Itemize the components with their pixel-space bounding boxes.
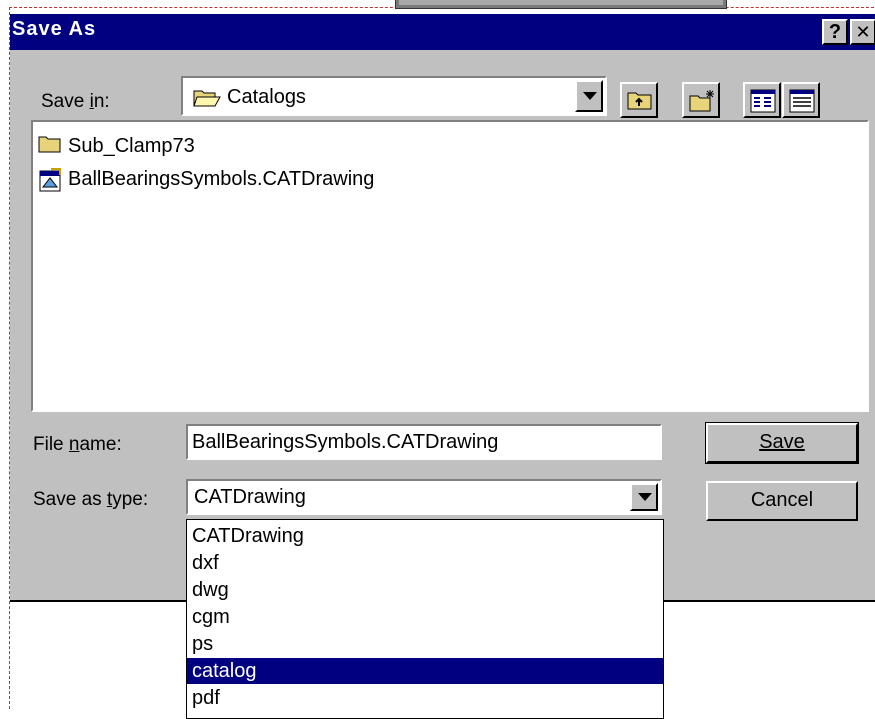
type-option-pdf[interactable]: pdf	[187, 685, 663, 711]
file-name-label: File name:	[33, 434, 122, 455]
folder-icon	[38, 136, 61, 153]
create-new-folder-button[interactable]	[682, 82, 720, 118]
save-button[interactable]: Save	[705, 422, 859, 464]
save-in-combobox[interactable]: Catalogs	[181, 76, 607, 116]
file-name-input[interactable]	[186, 424, 662, 460]
folder-open-icon	[193, 90, 221, 107]
type-option-dxf[interactable]: dxf	[187, 550, 663, 576]
save-as-type-dropdown-list[interactable]: CATDrawing dxf dwg cgm ps catalog pdf	[186, 519, 664, 719]
type-option-dwg[interactable]: dwg	[187, 577, 663, 603]
list-view-button[interactable]	[743, 82, 781, 118]
type-option-ps[interactable]: ps	[187, 631, 663, 657]
file-list-item-label: Sub_Clamp73	[68, 135, 195, 157]
save-in-dropdown-button[interactable]	[575, 80, 603, 112]
save-in-value: Catalogs	[227, 86, 306, 108]
save-in-label: Save in:	[41, 91, 110, 112]
save-as-dialog: Save As ? ✕ Save in: Catalogs Sub_Clamp7…	[10, 14, 875, 602]
save-as-type-label: Save as type:	[33, 489, 149, 510]
save-as-type-dropdown-button[interactable]	[630, 483, 658, 511]
close-button[interactable]: ✕	[850, 19, 875, 45]
up-one-level-icon	[627, 92, 652, 110]
details-view-button[interactable]	[782, 82, 820, 118]
title-bar[interactable]: Save As ? ✕	[10, 14, 875, 50]
list-view-icon	[750, 89, 776, 113]
up-one-level-button[interactable]	[620, 82, 658, 118]
type-option-catalog[interactable]: catalog	[187, 658, 663, 684]
details-view-icon	[789, 89, 815, 113]
help-button[interactable]: ?	[822, 19, 848, 45]
list-item-folder[interactable]: Sub_Clamp73	[38, 134, 195, 160]
type-option-catdrawing[interactable]: CATDrawing	[187, 523, 663, 549]
dialog-title: Save As	[12, 18, 97, 40]
type-option-cgm[interactable]: cgm	[187, 604, 663, 630]
file-list-item-label: BallBearingsSymbols.CATDrawing	[68, 168, 375, 190]
list-item-file[interactable]: BallBearingsSymbols.CATDrawing	[38, 167, 374, 193]
save-button-label: Save	[759, 431, 805, 453]
cancel-button[interactable]: Cancel	[706, 481, 858, 521]
save-as-type-value: CATDrawing	[194, 486, 306, 508]
save-as-type-combobox[interactable]: CATDrawing	[186, 479, 662, 515]
file-list[interactable]: Sub_Clamp73 BallBearingsSymbols.CATDrawi…	[31, 120, 869, 412]
catdrawing-file-icon	[39, 168, 61, 192]
create-new-folder-icon	[689, 90, 714, 112]
background-window-fragment	[395, 0, 727, 9]
